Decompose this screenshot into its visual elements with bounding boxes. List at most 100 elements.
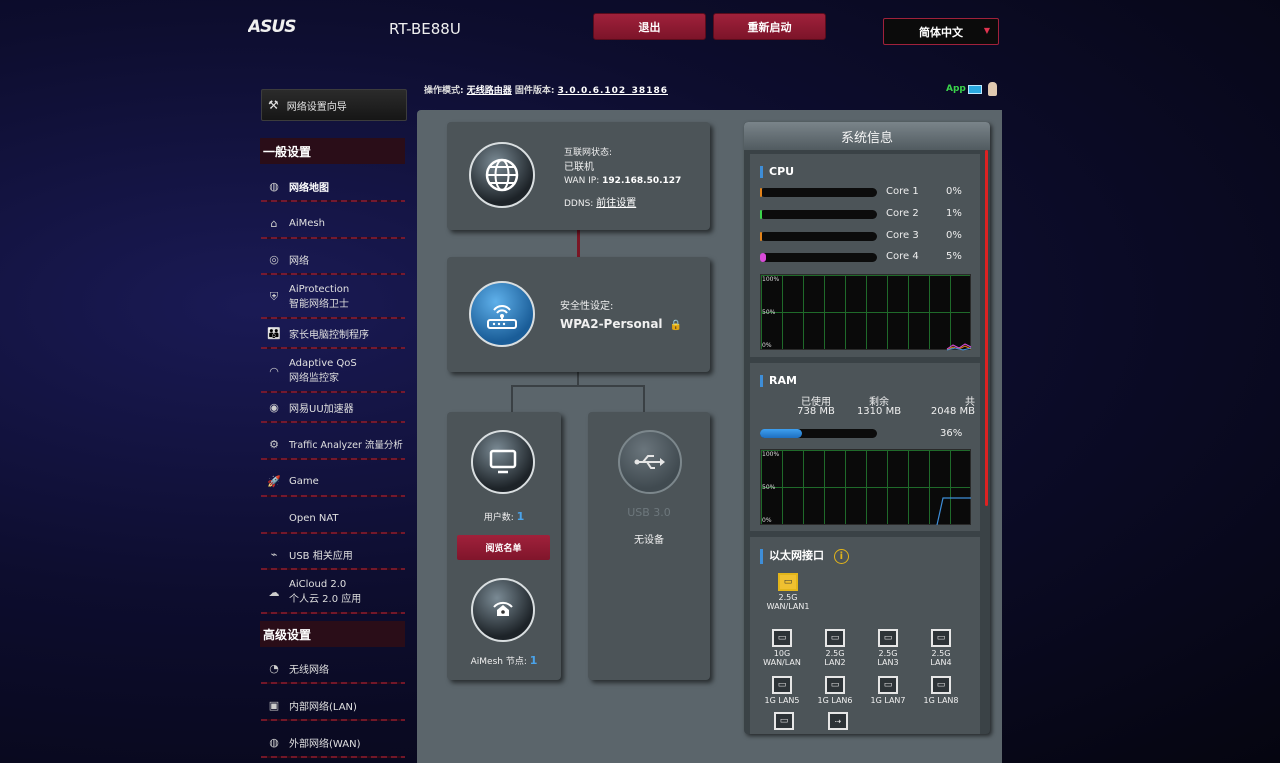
cpu-core-pct: 1% (946, 208, 962, 219)
usb-status: 无设备 (634, 535, 664, 546)
reboot-button[interactable]: 重新启动 (713, 13, 826, 40)
sidebar-item-aimesh[interactable]: ⌂ AiMesh (261, 215, 405, 239)
ethernet-port[interactable]: ▭ 2.5G LAN3 (864, 629, 912, 667)
aimesh-count-row: AiMesh 节点: 1 (470, 654, 538, 667)
uu-icon: ◉ (269, 400, 279, 414)
sidebar-item-qos[interactable]: ◠ Adaptive QoS 网络监控家 (261, 357, 405, 393)
wizard-icon: ⚒ (268, 98, 279, 112)
opmode-link[interactable]: 无线路由器 (467, 86, 512, 96)
sidebar-item-parental[interactable]: 👪 家长电脑控制程序 (261, 325, 405, 349)
view-client-list-button[interactable]: 阅览名单 (457, 535, 550, 560)
cpu-core-bar (760, 232, 877, 241)
ethernet-port[interactable]: ▭ 1G LAN8 (917, 676, 965, 705)
ethernet-port[interactable]: ▭ 2.5G WAN/LAN1 (764, 573, 812, 611)
port-usb: ⇢ (828, 712, 848, 732)
aimesh-icon: ⌂ (270, 216, 278, 230)
internet-card[interactable]: 互联网状态: 已联机 WAN IP: 192.168.50.127 DDNS: … (447, 122, 710, 230)
sidebar-item-usb[interactable]: ⌁ USB 相关应用 (261, 546, 405, 570)
cpu-core-fill (760, 253, 766, 262)
app-device-icon (967, 84, 982, 94)
sidebar-item-traffic-analyzer[interactable]: ⚙ Traffic Analyzer 流量分析 (261, 436, 405, 460)
security-label: 安全性设定: (560, 301, 614, 312)
usb-label: USB 3.0 (627, 506, 671, 519)
port-name-label: LAN4 (930, 658, 952, 667)
cpu-core-fill (760, 232, 762, 241)
sidebar-item-wan[interactable]: ◍ 外部网络(WAN) (261, 734, 405, 758)
sidebar-item-lan[interactable]: ▣ 内部网络(LAN) (261, 697, 405, 721)
usb-icon: ⌁ (270, 547, 278, 561)
aimesh-count: 1 (529, 654, 538, 667)
cpu-core-pct: 0% (946, 230, 962, 241)
network-map-icon: ◍ (269, 179, 279, 193)
port-speed-label: 1G LAN5 (764, 696, 800, 705)
sidebar-item-game[interactable]: 🚀 Game (261, 473, 405, 497)
user-icon[interactable] (987, 82, 997, 96)
sidebar-item-network-map[interactable]: ◍ 网络地图 (261, 178, 405, 202)
port-extra-lan: ▭ (774, 712, 794, 732)
ethernet-port[interactable]: ▭ 1G LAN6 (811, 676, 859, 705)
cpu-core-label: Core 1 (886, 186, 919, 197)
ethernet-port[interactable]: ▭ 1G LAN7 (864, 676, 912, 705)
ethernet-port[interactable]: ▭ 2.5G LAN2 (811, 629, 859, 667)
ethernet-port[interactable]: ▭ 1G LAN5 (758, 676, 806, 705)
port-name-label: LAN3 (877, 658, 899, 667)
clients-count: 1 (516, 510, 525, 523)
app-link[interactable]: App (946, 82, 997, 96)
sidebar-item-aicloud[interactable]: ☁ AiCloud 2.0 个人云 2.0 应用 (261, 578, 405, 614)
sidebar-item-aiprotection[interactable]: ⛨ AiProtection 智能网络卫士 (261, 283, 405, 319)
sidebar-item-wireless[interactable]: ◔ 无线网络 (261, 660, 405, 684)
client-monitor-icon[interactable] (471, 430, 535, 494)
language-select[interactable]: 简体中文 ▼ (883, 18, 999, 45)
sidebar-item-open-nat[interactable]: Open NAT (261, 510, 405, 534)
port-speed-label: 2.5G (825, 649, 845, 658)
router-model: RT-BE88U (389, 20, 461, 38)
aimesh-node-icon[interactable] (471, 578, 535, 642)
port-speed-label: 1G LAN7 (870, 696, 906, 705)
network-icon: ◎ (269, 252, 279, 266)
usb-icon[interactable] (618, 430, 682, 494)
system-info-scrollbar[interactable] (985, 150, 988, 506)
connector-line (643, 385, 645, 413)
system-info-title: 系统信息 (744, 122, 990, 150)
ddns-setup-link[interactable]: 前往设置 (596, 198, 636, 209)
parental-icon: 👪 (267, 326, 281, 340)
rocket-icon: 🚀 (267, 474, 281, 488)
asus-logo: ASUS (248, 17, 297, 36)
cpu-core-pct: 5% (946, 251, 962, 262)
qos-gauge-icon: ◠ (269, 364, 279, 378)
traffic-icon: ⚙ (269, 437, 279, 451)
ethernet-port-icon: ▭ (772, 676, 792, 694)
globe-icon[interactable] (469, 142, 535, 208)
ram-used: 738 MB (797, 406, 835, 417)
ram-pct: 36% (940, 428, 963, 439)
cpu-core-label: Core 2 (886, 208, 919, 219)
cpu-core-bar (760, 188, 877, 197)
internet-status-value: 已联机 (564, 162, 594, 173)
firmware-link[interactable]: 3.0.0.6.102_38186 (558, 86, 668, 96)
ram-graph-line (936, 497, 971, 526)
ram-block: RAM 已使用 738 MB 剩余 1310 MB 共 2048 MB 36% … (750, 363, 980, 531)
ethernet-port[interactable]: ▭ 10G WAN/LAN (758, 629, 806, 667)
svg-text:ASUS: ASUS (248, 17, 296, 36)
internet-status-label: 互联网状态: (564, 148, 613, 158)
quick-setup-wizard[interactable]: ⚒ 网络设置向导 (261, 89, 407, 121)
router-card[interactable]: 安全性设定: WPA2-Personal 🔒 (447, 257, 710, 372)
ram-usage-fill (760, 429, 803, 438)
cpu-core-label: Core 4 (886, 251, 919, 262)
cpu-core-fill (760, 210, 762, 219)
info-icon[interactable]: i (833, 549, 849, 564)
connector-line (511, 385, 513, 413)
wan-ip-row: WAN IP: 192.168.50.127 (564, 176, 682, 186)
cpu-graph-lines (946, 343, 972, 351)
logout-button[interactable]: 退出 (593, 13, 706, 40)
sidebar-item-uu[interactable]: ◉ 网易UU加速器 (261, 399, 405, 423)
router-icon[interactable] (469, 281, 535, 347)
security-value-row: WPA2-Personal 🔒 (560, 317, 682, 331)
ethernet-port-icon: ▭ (878, 629, 898, 647)
cloud-icon: ☁ (268, 585, 280, 599)
ethernet-port-icon: ▭ (931, 676, 951, 694)
sidebar-item-network[interactable]: ◎ 网络 (261, 251, 405, 275)
ethernet-port[interactable]: ▭ 2.5G LAN4 (917, 629, 965, 667)
port-speed-label: 1G LAN8 (923, 696, 959, 705)
ethernet-port-icon: ▭ (825, 629, 845, 647)
